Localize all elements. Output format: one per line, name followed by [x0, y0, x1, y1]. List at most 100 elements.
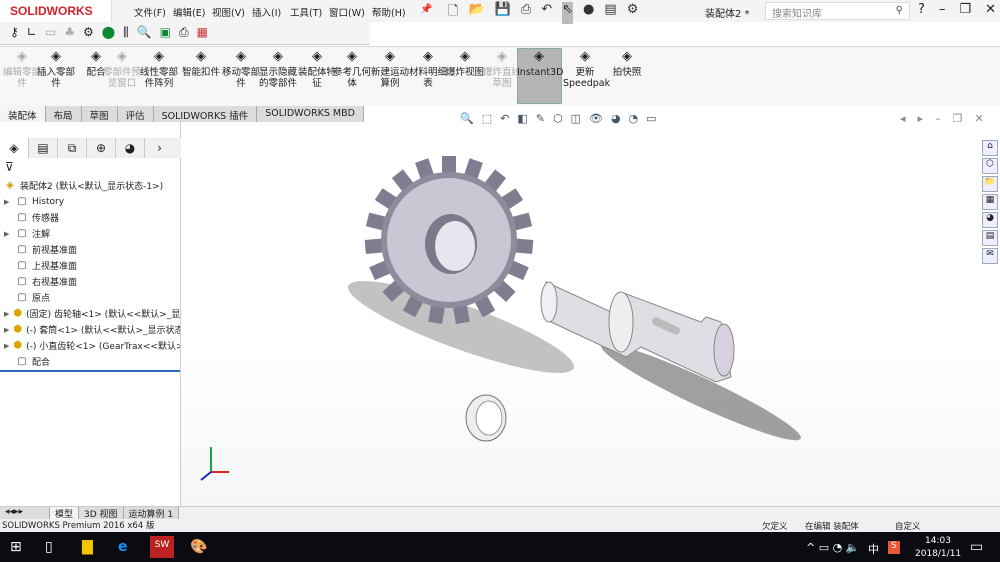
options-icon[interactable]: ⚙ — [627, 2, 639, 24]
custom-properties-icon[interactable]: ▤ — [982, 230, 998, 246]
display-style-icon[interactable]: ◫ — [571, 112, 581, 125]
file-explorer-icon[interactable]: 📁 — [982, 176, 998, 192]
rebuild-icon[interactable]: ● — [583, 2, 594, 24]
viewport-next-icon[interactable]: ▸ — [918, 112, 924, 125]
key-icon[interactable]: ⚷ — [10, 25, 19, 41]
viewport-prev-icon[interactable]: ◂ — [900, 112, 906, 125]
appearances-icon[interactable]: ◕ — [982, 212, 998, 228]
tree-item[interactable]: ▶ ⬢(-) 套筒<1> (默认<<默认>_显示状态-1>) — [4, 322, 180, 337]
menu-insert[interactable]: 插入(I) — [252, 5, 281, 19]
forum-icon[interactable]: ✉ — [982, 248, 998, 264]
scene-icon[interactable]: ◔ — [629, 112, 639, 125]
save-icon[interactable]: 💾 — [495, 2, 511, 24]
pin-icon[interactable]: 📌 — [420, 4, 432, 15]
tree-icon[interactable]: ♣ — [64, 25, 75, 41]
ime-indicator[interactable]: 中 — [868, 541, 879, 557]
rollback-bar[interactable] — [0, 370, 180, 372]
graphics-viewport[interactable] — [181, 122, 1000, 506]
axis-icon[interactable]: ∟ — [27, 25, 37, 41]
tab-3d-view[interactable]: 3D 视图 — [79, 507, 124, 520]
command-fastener[interactable]: ◈ 智能扣件 — [179, 50, 223, 78]
tree-item[interactable]: ▢ 传感器 — [4, 210, 180, 225]
tab-evaluate[interactable]: 评估 — [117, 106, 154, 122]
tray-icons[interactable]: ^ ▭ ◔ 🔈 — [806, 541, 859, 554]
tab-assembly[interactable]: 装配体 — [0, 106, 46, 122]
command-show-hidden[interactable]: ◈ 显示隐藏的零部件 — [256, 50, 300, 89]
command-speedpak[interactable]: ◈ 更新Speedpak — [563, 50, 610, 89]
tree-item[interactable]: ▢ 右视基准面 — [4, 274, 180, 289]
menu-help[interactable]: 帮助(H) — [372, 5, 406, 19]
expand-arrow-icon[interactable]: ▶ — [4, 198, 12, 206]
viewport-minimize-button[interactable]: – — [935, 112, 941, 125]
view-orientation-icon[interactable]: ⬡ — [553, 112, 563, 125]
solidworks-logo[interactable]: SOLIDWORKS — [0, 0, 112, 22]
clock-time[interactable]: 14:03 — [925, 536, 951, 546]
select-icon[interactable]: ⇖ — [562, 2, 574, 24]
view-settings-icon[interactable]: ▭ — [646, 112, 656, 125]
paint-icon[interactable]: 🎨 — [190, 539, 207, 555]
command-insert-component[interactable]: ◈ 插入零部件 — [34, 50, 78, 89]
menu-edit[interactable]: 编辑(E) — [173, 5, 205, 19]
tab-sketch[interactable]: 草图 — [81, 106, 118, 122]
tree-item[interactable]: ▶ ⬢(固定) 齿轮轴<1> (默认<<默认>_显示状态-1>) — [4, 306, 180, 321]
gear-icon[interactable]: ⚙ — [83, 25, 94, 41]
solidworks-taskbar-icon[interactable]: SW — [150, 536, 174, 558]
section-view-icon[interactable]: ◧ — [517, 112, 527, 125]
menu-file[interactable]: 文件(F) — [134, 5, 166, 19]
task-view-icon[interactable]: ▯ — [45, 539, 53, 555]
dynamic-annotation-icon[interactable]: ✎ — [536, 112, 545, 125]
expand-arrow-icon[interactable]: ▶ — [4, 326, 9, 334]
search-icon[interactable]: ⚲ — [896, 5, 903, 16]
tree-item[interactable]: ▢ 配合 — [4, 354, 180, 369]
sogou-icon[interactable]: S — [888, 541, 900, 554]
command-pattern[interactable]: ◈ 线性零部件阵列 — [137, 50, 181, 89]
pin-green-icon[interactable]: ⬤ — [102, 25, 115, 41]
windows-start-icon[interactable]: ⊞ — [10, 539, 22, 555]
display-icon[interactable]: ▭ — [45, 25, 56, 41]
tab-mbd[interactable]: SOLIDWORKS MBD — [257, 106, 364, 122]
grid-icon[interactable]: ⫼ — [123, 25, 129, 41]
edge-icon[interactable]: e — [118, 539, 128, 555]
viewport-restore-button[interactable]: ❐ — [953, 112, 963, 125]
filter-icon[interactable]: ⊽ — [5, 160, 14, 174]
tab-model[interactable]: 模型 — [50, 507, 80, 520]
expand-arrow-icon[interactable]: ▶ — [4, 342, 9, 350]
home-icon[interactable]: ⌂ — [982, 140, 998, 156]
feature-tree-tab-icon[interactable]: ◈ — [0, 138, 29, 158]
close-button[interactable]: ✕ — [985, 2, 996, 17]
print-preview-icon[interactable]: ⎙ — [179, 25, 189, 41]
hide-show-icon[interactable]: 👁 — [589, 112, 603, 125]
menu-window[interactable]: 窗口(W) — [329, 5, 365, 19]
tree-item[interactable]: ▢ 前视基准面 — [4, 242, 180, 257]
viewport-close-button[interactable]: ✕ — [974, 112, 983, 125]
tab-nav-arrows[interactable]: ◂◂▸▸ — [0, 507, 50, 519]
command-instant3d[interactable]: ◈ Instant3D — [517, 50, 563, 78]
file-properties-icon[interactable]: ▤ — [604, 2, 616, 24]
undo-icon[interactable]: ↶ — [541, 2, 552, 24]
zoom-to-fit-icon[interactable]: 🔍 — [460, 112, 474, 125]
tree-item[interactable]: ▢ 上视基准面 — [4, 258, 180, 273]
design-library-icon[interactable]: ⬡ — [982, 158, 998, 174]
tree-item[interactable]: ▶ ▢ 注解 — [4, 226, 180, 241]
tree-root[interactable]: ◈ 装配体2 (默认<默认_显示状态-1>) — [4, 178, 180, 193]
configuration-tab-icon[interactable]: ⧉ — [58, 138, 87, 158]
property-manager-tab-icon[interactable]: ▤ — [29, 138, 58, 158]
new-icon[interactable]: 🗋 — [448, 2, 458, 24]
clock-date[interactable]: 2018/1/11 — [915, 549, 961, 559]
expand-arrow-icon[interactable]: › — [145, 138, 174, 158]
excel-icon[interactable]: ▣ — [160, 25, 171, 41]
tab-motion-study[interactable]: 运动算例 1 — [123, 507, 180, 520]
dimxpert-tab-icon[interactable]: ⊕ — [87, 138, 116, 158]
previous-view-icon[interactable]: ↶ — [500, 112, 509, 125]
tree-item[interactable]: ▶ ⬢(-) 小直齿轮<1> (GearTrax<<默认>_显示状态-1>) — [4, 338, 180, 353]
tab-addins[interactable]: SOLIDWORKS 插件 — [153, 106, 258, 122]
help-icon[interactable]: ? — [918, 2, 925, 17]
zoom-area-icon[interactable]: ⬚ — [482, 112, 492, 125]
tab-layout[interactable]: 布局 — [45, 106, 82, 122]
display-manager-tab-icon[interactable]: ◕ — [116, 138, 145, 158]
notification-icon[interactable]: ▭ — [970, 539, 983, 555]
zoom-icon[interactable]: 🔍 — [137, 25, 152, 41]
appearance-icon[interactable]: ◕ — [611, 112, 621, 125]
print-icon[interactable]: ⎙ — [521, 2, 531, 24]
tree-item[interactable]: ▶ ▢ History — [4, 194, 180, 209]
